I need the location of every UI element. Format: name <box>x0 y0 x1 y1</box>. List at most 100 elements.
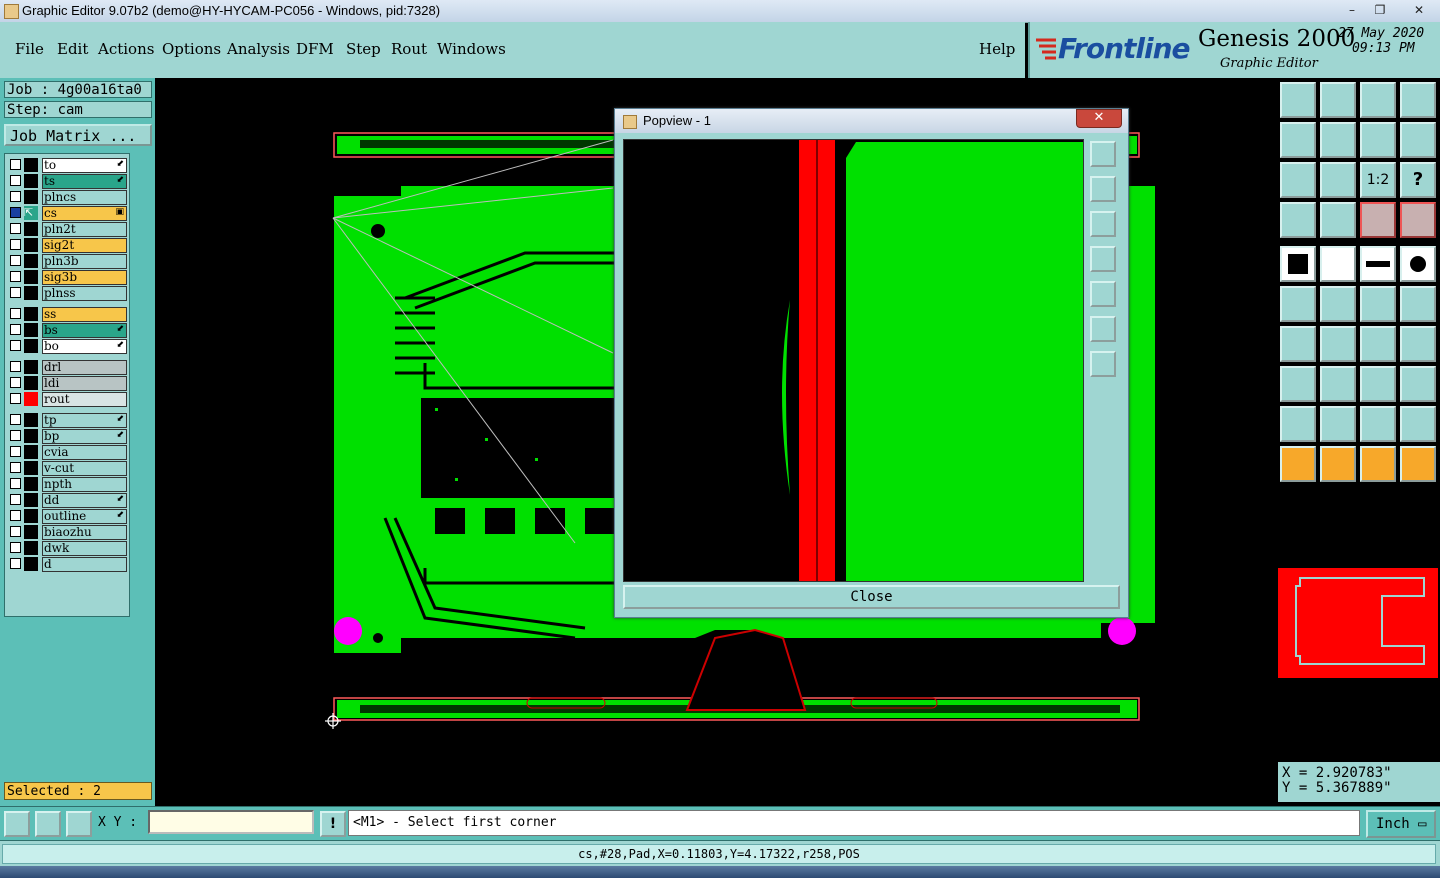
layer-row-v-cut[interactable]: v-cut <box>8 461 127 476</box>
minimize-button[interactable]: – <box>1338 1 1366 19</box>
layer-visible-checkbox[interactable] <box>10 191 21 202</box>
round-pad-icon[interactable] <box>1400 246 1436 282</box>
job-matrix-button[interactable]: Job Matrix ... <box>4 124 152 146</box>
popview-pan-up-icon[interactable] <box>1090 176 1116 202</box>
menu-edit[interactable]: Edit <box>57 40 88 58</box>
add-surface-icon[interactable] <box>1320 246 1356 282</box>
rotate-icon[interactable] <box>1360 326 1396 362</box>
layer-visible-checkbox[interactable] <box>10 494 21 505</box>
snap-off-icon[interactable] <box>1400 202 1436 238</box>
xy-input[interactable] <box>148 810 314 834</box>
layer-row-ts[interactable]: ts ⬋ <box>8 174 127 189</box>
layer-row-bo[interactable]: bo ⬋ <box>8 339 127 354</box>
copy-icon[interactable] <box>1400 286 1436 322</box>
move-icon[interactable] <box>1360 286 1396 322</box>
pan-right-icon[interactable] <box>1320 122 1356 158</box>
layer-row-cvia[interactable]: cvia <box>8 445 127 460</box>
angle-icon[interactable] <box>1280 326 1316 362</box>
stretch-icon[interactable] <box>1360 366 1396 402</box>
layer-row-bs[interactable]: bs ⬋ <box>8 323 127 338</box>
layer-visible-checkbox[interactable] <box>10 159 21 170</box>
layer-visible-checkbox[interactable] <box>10 175 21 186</box>
layer-row-rout[interactable]: rout <box>8 392 127 407</box>
menu-analysis[interactable]: Analysis <box>227 40 290 58</box>
popview-zoom-in-icon[interactable] <box>1090 316 1116 342</box>
layer-visible-checkbox[interactable] <box>10 377 21 388</box>
popview-pan-left-icon[interactable] <box>1090 246 1116 272</box>
zoom-in-icon[interactable] <box>1280 162 1316 198</box>
popview-close-button[interactable]: Close <box>623 585 1120 609</box>
arc-top-icon[interactable] <box>1360 406 1396 442</box>
layer-visible-checkbox[interactable] <box>10 414 21 425</box>
layer-visible-checkbox[interactable] <box>10 542 21 553</box>
scale-one-to-two-button[interactable]: 1:2 <box>1360 162 1396 198</box>
layer-visible-checkbox[interactable] <box>10 558 21 569</box>
menu-actions[interactable]: Actions <box>98 40 154 58</box>
close-window-button[interactable]: ✕ <box>1400 1 1438 19</box>
layer-row-plncs[interactable]: plncs <box>8 190 127 205</box>
resize-icon[interactable] <box>1280 366 1316 402</box>
redraw-icon[interactable] <box>1400 122 1436 158</box>
layer-row-plnss[interactable]: plnss <box>8 286 127 301</box>
layer-row-ss[interactable]: ss <box>8 307 127 322</box>
connect-icon[interactable] <box>1280 286 1316 322</box>
alert-button[interactable]: ! <box>320 811 346 837</box>
layer-visible-checkbox[interactable] <box>10 223 21 234</box>
layer-visible-checkbox[interactable] <box>10 526 21 537</box>
layer-row-npth[interactable]: npth <box>8 477 127 492</box>
popview-pan-right-icon[interactable] <box>1090 281 1116 307</box>
layer-visible-checkbox[interactable] <box>10 361 21 372</box>
layer-visible-checkbox[interactable] <box>10 255 21 266</box>
grid-snap-icon[interactable] <box>66 811 92 837</box>
menu-rout[interactable]: Rout <box>391 40 427 58</box>
layer-row-biaozhu[interactable]: biaozhu <box>8 525 127 540</box>
split-view-icon[interactable] <box>1400 82 1436 118</box>
measure-ruler-icon[interactable] <box>1360 246 1396 282</box>
layer-row-to[interactable]: to ⬋ <box>8 158 127 173</box>
layer-visible-checkbox[interactable] <box>10 287 21 298</box>
select-box-icon[interactable] <box>1320 446 1356 482</box>
layer-row-ldi[interactable]: ldi <box>8 376 127 391</box>
zoom-home-icon[interactable] <box>1280 82 1316 118</box>
layer-row-pln3b[interactable]: pln3b <box>8 254 127 269</box>
shapes-icon[interactable] <box>1400 366 1436 402</box>
layer-visible-checkbox[interactable] <box>10 478 21 489</box>
menu-dfm[interactable]: DFM <box>296 40 334 58</box>
layer-row-bp[interactable]: bp ⬋ <box>8 429 127 444</box>
intersect-mode-icon[interactable] <box>35 811 61 837</box>
layer-visible-checkbox[interactable] <box>10 340 21 351</box>
zoom-out-icon[interactable] <box>1320 162 1356 198</box>
unit-selector[interactable]: Inch ▭ <box>1366 810 1436 838</box>
select-pointer-icon[interactable] <box>1280 446 1316 482</box>
maximize-button[interactable]: ❐ <box>1366 1 1394 19</box>
popview-zoom-home-icon[interactable] <box>1090 141 1116 167</box>
mirror-view-icon[interactable] <box>1360 122 1396 158</box>
arc-up-icon[interactable] <box>1320 406 1356 442</box>
layer-visible-checkbox[interactable] <box>10 324 21 335</box>
layer-row-drl[interactable]: drl <box>8 360 127 375</box>
layer-row-outline[interactable]: outline ⬋ <box>8 509 127 524</box>
menu-options[interactable]: Options <box>162 40 221 58</box>
layer-visible-checkbox[interactable] <box>10 462 21 473</box>
layer-row-pln2t[interactable]: pln2t <box>8 222 127 237</box>
layer-visible-checkbox[interactable] <box>10 393 21 404</box>
select-net-icon[interactable] <box>1400 446 1436 482</box>
layer-visible-checkbox[interactable] <box>10 510 21 521</box>
layer-visible-checkbox[interactable] <box>10 446 21 457</box>
snap-on-icon[interactable] <box>1360 202 1396 238</box>
add-pad-icon[interactable] <box>1280 246 1316 282</box>
popview-zoom-out-icon[interactable] <box>1090 351 1116 377</box>
home-view-icon[interactable] <box>1360 82 1396 118</box>
grid-icon[interactable] <box>1320 202 1356 238</box>
layer-visible-checkbox[interactable] <box>10 308 21 319</box>
layer-row-tp[interactable]: tp ⬋ <box>8 413 127 428</box>
menu-file[interactable]: File <box>15 40 44 58</box>
menu-step[interactable]: Step <box>346 40 381 58</box>
layer-row-d[interactable]: d <box>8 557 127 572</box>
menu-help[interactable]: Help <box>979 40 1015 58</box>
line-icon[interactable] <box>1320 326 1356 362</box>
cut-line-icon[interactable] <box>1320 366 1356 402</box>
snap-mode-icon[interactable] <box>4 811 30 837</box>
select-circle-icon[interactable] <box>1360 446 1396 482</box>
layer-row-dwk[interactable]: dwk <box>8 541 127 556</box>
